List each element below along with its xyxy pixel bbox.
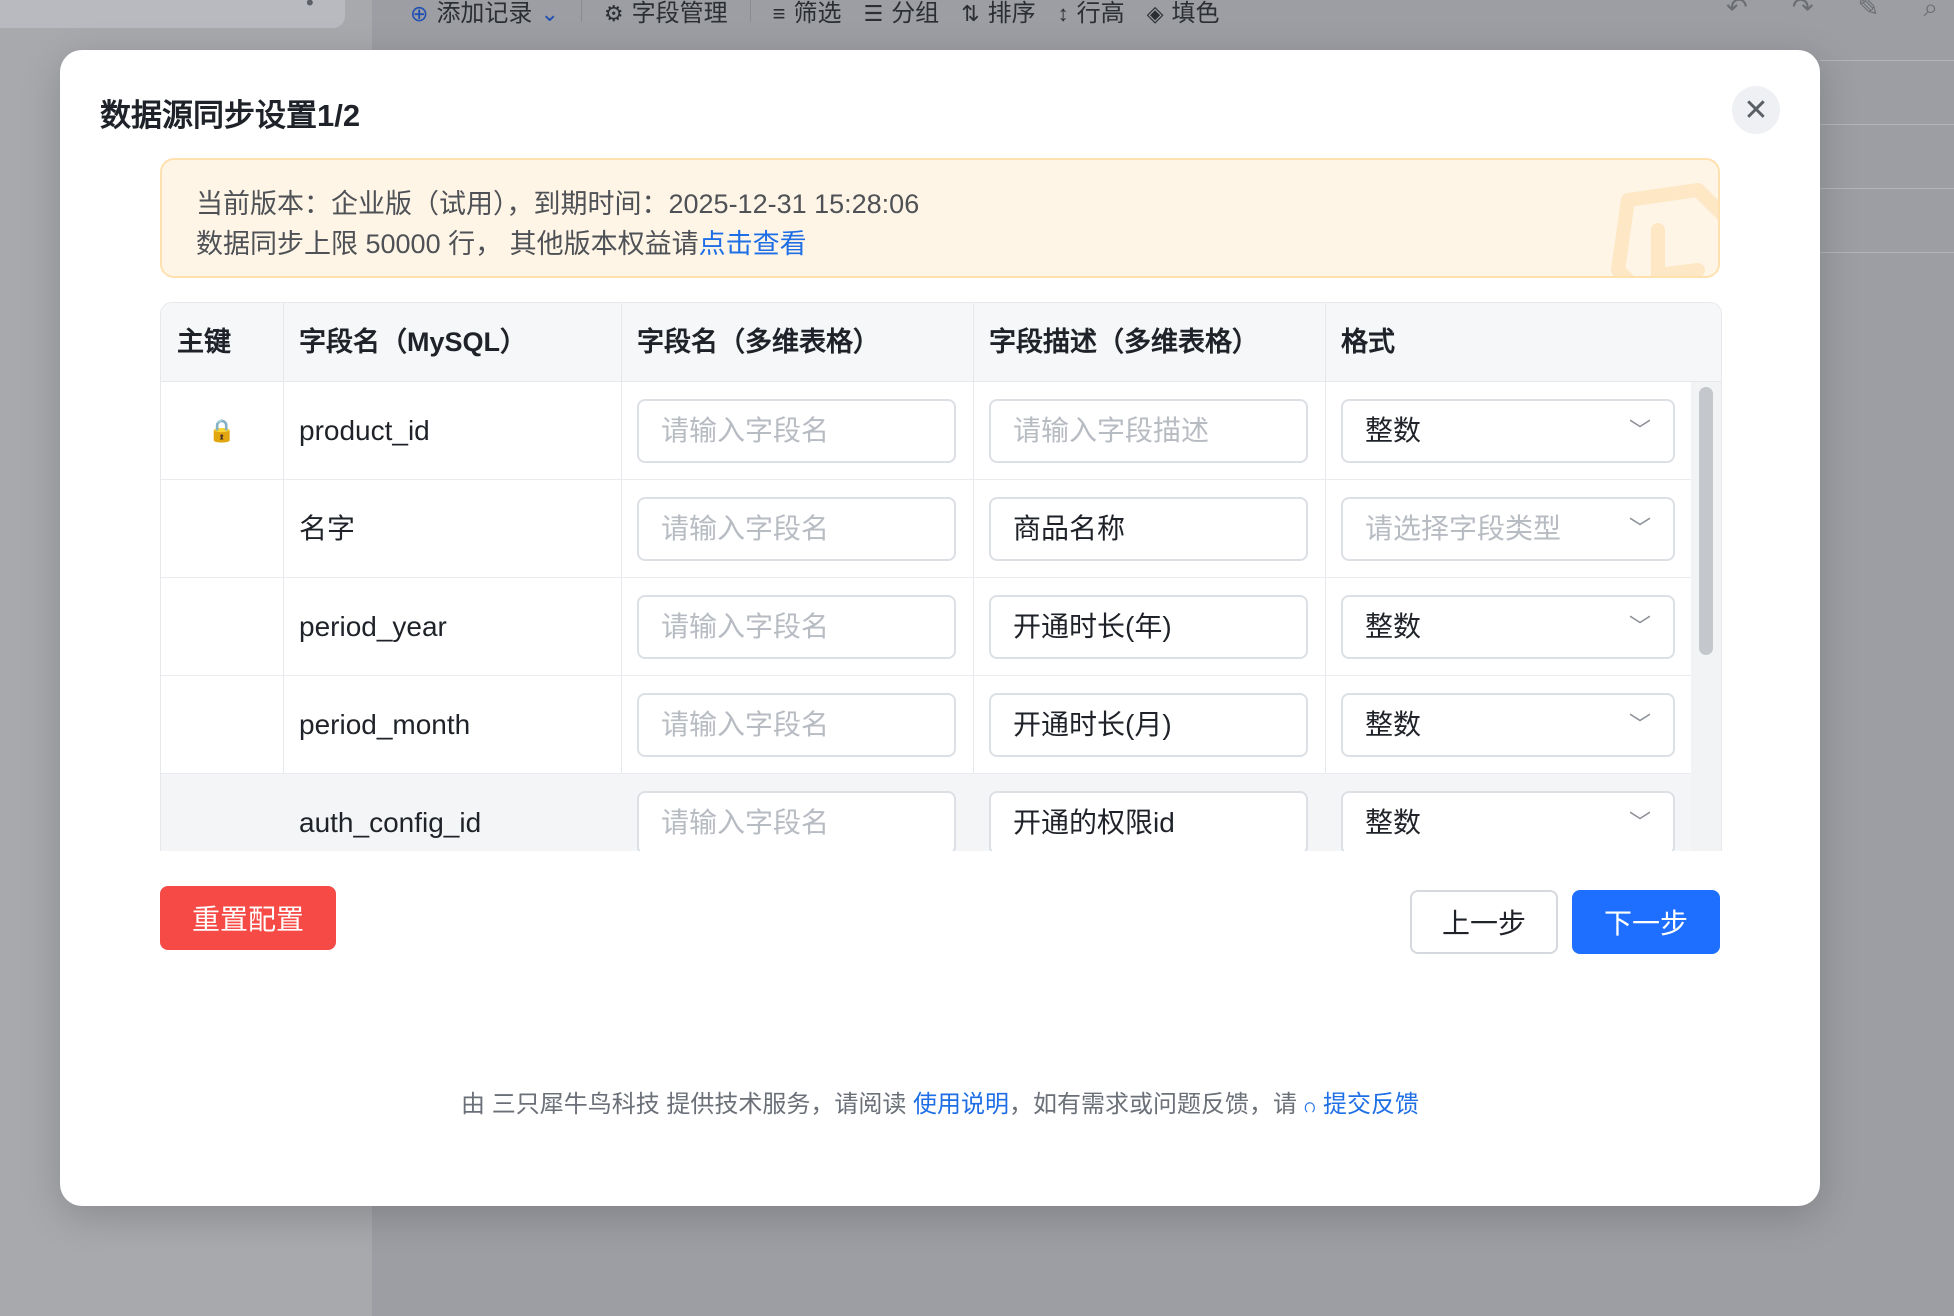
field-description-input[interactable]: 请输入字段描述 — [989, 399, 1308, 463]
headset-icon: ဂ — [1303, 1092, 1317, 1117]
toolbar-add-record-label: 添加记录 — [436, 0, 533, 27]
chevron-down-icon: ﹀ — [1628, 418, 1651, 443]
table-row: 🔒 product_id 请输入字段名 请输入字段描述 整数 ﹀ — [161, 382, 1691, 480]
add-circle-icon: ⊕ — [410, 1, 429, 26]
toolbar-row-height[interactable]: ↕ 行高 — [1058, 0, 1125, 28]
field-type-select[interactable]: 请选择字段类型 ﹀ — [1341, 497, 1675, 561]
field-type-placeholder: 请选择字段类型 — [1365, 513, 1562, 544]
version-notice: 当前版本：企业版（试用），到期时间：2025-12-31 15:28:06 数据… — [160, 158, 1720, 278]
primary-key-cell: 🔒 — [161, 382, 283, 480]
group-icon: ☰ — [863, 1, 884, 26]
gear-icon: ⚙ — [603, 1, 624, 26]
usage-guide-link[interactable]: 使用说明 — [913, 1091, 1009, 1118]
paint-bucket-icon: ◈ — [1146, 1, 1164, 26]
field-description-input[interactable]: 开通时长(月) — [989, 693, 1308, 757]
field-type-value: 整数 — [1365, 709, 1422, 740]
dialog-title: 数据源同步设置1/2 — [100, 98, 361, 133]
sync-settings-dialog: 数据源同步设置1/2 ✕ 当前版本：企业版（试用），到期时间：2025-12-3… — [60, 50, 1820, 1206]
field-type-select[interactable]: 整数 ﹀ — [1341, 693, 1675, 757]
background-toolbar-right: ↶ ↷ ✎ ⌕ — [1726, 0, 1938, 24]
view-more-link[interactable]: 点击查看 — [699, 229, 807, 259]
mysql-field-name: period_month — [299, 709, 471, 740]
field-name-input[interactable]: 请输入字段名 — [637, 693, 956, 757]
header-format: 格式 — [1341, 327, 1395, 357]
close-icon: ✕ — [1743, 93, 1769, 127]
header-primary-key: 主键 — [177, 327, 231, 357]
table-row: 名字 请输入字段名 商品名称 请选择字段类型 ﹀ — [161, 480, 1691, 578]
chevron-down-icon: ﹀ — [1628, 516, 1651, 541]
close-button[interactable]: ✕ — [1732, 86, 1780, 134]
toolbar-group-label: 分组 — [891, 0, 940, 27]
filter-icon: ≡ — [772, 1, 786, 26]
footer-text: 由 三只犀牛鸟科技 提供技术服务，请阅读 — [461, 1091, 914, 1118]
field-name-input[interactable]: 请输入字段名 — [637, 399, 956, 463]
toolbar-filter-label: 筛选 — [793, 0, 842, 27]
field-mapping-table: 主键 字段名（MySQL） 字段名（多维表格） 字段描述（多维表格） 格式 🔒 … — [160, 302, 1722, 851]
notice-version-text: 当前版本：企业版（试用），到期时间：2025-12-31 15:28:06 — [196, 189, 920, 219]
toolbar-fill-color[interactable]: ◈ 填色 — [1147, 0, 1220, 28]
mysql-field-name: 名字 — [299, 513, 356, 544]
footer-credits: 由 三只犀牛鸟科技 提供技术服务，请阅读 使用说明，如有需求或问题反馈，请 ဂ … — [60, 1084, 1820, 1123]
previous-step-button[interactable]: 上一步 — [1410, 890, 1558, 954]
toolbar-add-record[interactable]: ⊕ 添加记录 ⌄ — [410, 0, 559, 28]
field-name-input[interactable]: 请输入字段名 — [637, 497, 956, 561]
notice-limit-line: 数据同步上限 50000 行， 其他版本权益请点击查看 — [196, 222, 807, 261]
footer-text: ，如有需求或问题反馈，请 — [1009, 1091, 1304, 1118]
row-height-icon: ↕ — [1057, 1, 1069, 26]
mysql-field-name: product_id — [299, 415, 430, 446]
background-grid-lines — [1820, 60, 1954, 316]
toolbar-fill-color-label: 填色 — [1171, 0, 1220, 27]
reset-config-button[interactable]: 重置配置 — [160, 886, 336, 950]
toolbar-filter[interactable]: ≡ 筛选 — [773, 0, 842, 28]
field-description-input[interactable]: 商品名称 — [989, 497, 1308, 561]
chevron-down-icon: ﹀ — [1628, 810, 1651, 835]
field-type-value: 整数 — [1365, 807, 1422, 838]
toolbar-row-height-label: 行高 — [1076, 0, 1125, 27]
field-description-input[interactable]: 开通的权限id — [989, 791, 1308, 851]
table-body: 🔒 product_id 请输入字段名 请输入字段描述 整数 ﹀ 名字 请输入字… — [161, 382, 1691, 851]
edit-icon[interactable]: ✎ — [1858, 0, 1880, 24]
toolbar-field-manage[interactable]: ⚙ 字段管理 — [604, 0, 728, 28]
field-type-select[interactable]: 整数 ﹀ — [1341, 595, 1675, 659]
submit-feedback-link[interactable]: 提交反馈 — [1323, 1091, 1419, 1118]
watermark-logo-icon — [1611, 183, 1718, 276]
table-row: period_month 请输入字段名 开通时长(月) 整数 ﹀ — [161, 676, 1691, 774]
redo-icon[interactable]: ↷ — [1792, 0, 1814, 24]
chevron-down-icon: ⌄ — [540, 1, 559, 26]
toolbar-group[interactable]: ☰ 分组 — [863, 0, 939, 28]
table-row: auth_config_id 请输入字段名 开通的权限id 整数 ﹀ — [161, 774, 1691, 851]
undo-icon[interactable]: ↶ — [1726, 0, 1748, 24]
chevron-down-icon: ﹀ — [1628, 712, 1651, 737]
table-row: period_year 请输入字段名 开通时长(年) 整数 ﹀ — [161, 578, 1691, 676]
toolbar-divider — [580, 0, 582, 22]
table-header: 主键 字段名（MySQL） 字段名（多维表格） 字段描述（多维表格） 格式 — [161, 303, 1721, 382]
field-name-input[interactable]: 请输入字段名 — [637, 791, 956, 851]
header-field-description: 字段描述（多维表格） — [989, 327, 1259, 357]
more-dot-icon: • — [306, 0, 314, 15]
header-table-field-name: 字段名（多维表格） — [637, 327, 880, 357]
field-name-input[interactable]: 请输入字段名 — [637, 595, 956, 659]
field-type-select[interactable]: 整数 ﹀ — [1341, 399, 1675, 463]
field-type-select[interactable]: 整数 ﹀ — [1341, 791, 1675, 851]
background-toolbar: ⊕ 添加记录 ⌄ ⚙ 字段管理 ≡ 筛选 ☰ 分组 ⇅ 排序 ↕ 行高 ◈ 填色 — [372, 0, 1954, 28]
chevron-down-icon: ﹀ — [1628, 614, 1651, 639]
toolbar-field-manage-label: 字段管理 — [631, 0, 728, 27]
lock-icon: 🔒 — [208, 418, 236, 443]
sort-icon: ⇅ — [961, 1, 980, 26]
search-icon[interactable]: ⌕ — [1923, 0, 1938, 24]
background-sidebar-item: • — [0, 0, 345, 28]
field-type-value: 整数 — [1365, 611, 1422, 642]
notice-limit-text: 数据同步上限 50000 行， 其他版本权益请 — [196, 229, 699, 259]
header-mysql-field: 字段名（MySQL） — [299, 327, 528, 357]
mysql-field-name: period_year — [299, 611, 447, 642]
toolbar-divider — [749, 0, 751, 22]
scrollbar-thumb[interactable] — [1699, 387, 1713, 655]
toolbar-sort-label: 排序 — [987, 0, 1036, 27]
field-type-value: 整数 — [1365, 415, 1422, 446]
next-step-button[interactable]: 下一步 — [1572, 890, 1720, 954]
toolbar-sort[interactable]: ⇅ 排序 — [961, 0, 1035, 28]
mysql-field-name: auth_config_id — [299, 807, 482, 838]
field-description-input[interactable]: 开通时长(年) — [989, 595, 1308, 659]
